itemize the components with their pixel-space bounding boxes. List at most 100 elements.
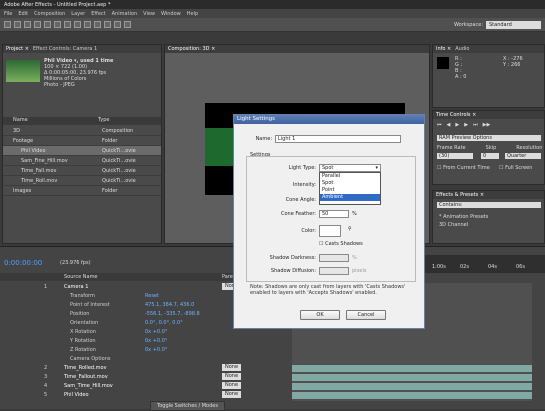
timeline-row[interactable]: 3 Time_Fallout.mov None <box>0 373 292 381</box>
last-frame-icon[interactable]: ⏭ <box>473 122 478 128</box>
brush-tool-icon[interactable] <box>94 21 101 28</box>
parent-select[interactable]: None <box>222 373 242 380</box>
layer-duration-bar[interactable] <box>292 383 532 390</box>
menu-item-spot[interactable]: Spot <box>320 180 380 187</box>
cancel-button[interactable]: Cancel <box>346 310 386 320</box>
casts-shadows-checkbox[interactable]: ☐ Casts Shadows <box>319 241 363 247</box>
property-value[interactable]: -556.1, -335.7, -898.8 <box>145 310 200 318</box>
parent-select[interactable]: None <box>222 382 242 389</box>
effects-item[interactable]: * Animation Presets <box>439 213 488 221</box>
project-row[interactable]: Time_Fall.mov QuickTi...ovie <box>3 166 161 176</box>
menu-item[interactable]: Effect <box>91 11 105 17</box>
frame-rate-select[interactable]: (30) <box>437 153 473 159</box>
workspace-dropdown[interactable]: Standard <box>486 21 541 29</box>
shadow-diffusion-input[interactable] <box>319 267 349 275</box>
menu-item-ambient[interactable]: Ambient <box>320 194 380 201</box>
project-row[interactable]: Images Folder <box>3 186 161 196</box>
rotate-tool-icon[interactable] <box>34 21 41 28</box>
property-value[interactable]: 0.0°, 0.0°, 0.0° <box>145 319 183 327</box>
ruler-tick: 1:00s <box>432 264 446 270</box>
prev-frame-icon[interactable]: ◀ <box>447 122 451 128</box>
menu-item-point[interactable]: Point <box>320 187 380 194</box>
tab-info[interactable]: Info × <box>436 46 451 52</box>
timeline-row[interactable]: Y Rotation 0x +0.0° <box>0 337 292 345</box>
property-value[interactable]: 0x +0.0° <box>145 346 167 354</box>
camera-tool-icon[interactable] <box>44 21 51 28</box>
layer-duration-bar[interactable] <box>292 374 532 381</box>
workspace-selector[interactable]: Workspace: Standard <box>454 21 541 29</box>
first-frame-icon[interactable]: ⏮ <box>437 122 442 128</box>
menu-item[interactable]: Layer <box>71 11 85 17</box>
menu-item[interactable]: Edit <box>18 11 28 17</box>
next-frame-icon[interactable]: ▶ <box>464 122 468 128</box>
timeline-row[interactable]: 4 Sam_Time_Hill.mov None <box>0 382 292 390</box>
puppet-tool-icon[interactable] <box>124 21 131 28</box>
layer-duration-bar[interactable] <box>292 365 532 372</box>
tab-project[interactable]: Project × <box>6 46 29 52</box>
zoom-tool-icon[interactable] <box>24 21 31 28</box>
timeline-row[interactable]: 5 Phil Video None <box>0 391 292 399</box>
layer-duration-bar[interactable] <box>292 392 532 399</box>
light-color-swatch[interactable] <box>319 225 341 237</box>
toggle-switches-modes-button[interactable]: Toggle Switches / Modes <box>150 401 225 411</box>
from-current-time-checkbox[interactable]: ☐ From Current Time <box>437 165 490 171</box>
row-name: Time_Roll.mov <box>21 178 58 184</box>
ok-button[interactable]: OK <box>300 310 340 320</box>
tab-effect-controls[interactable]: Effect Controls: Camera 1 <box>33 46 97 52</box>
project-row[interactable]: Time_Roll.mov QuickTi...ovie <box>3 176 161 186</box>
menu-item[interactable]: Window <box>161 11 181 17</box>
menu-item[interactable]: Help <box>187 11 198 17</box>
tab-audio[interactable]: Audio <box>455 46 469 52</box>
menu-item[interactable]: View <box>143 11 155 17</box>
play-icon[interactable]: ▶ <box>455 122 459 128</box>
timecode-display[interactable]: 0:00:00:00 <box>4 259 42 267</box>
cone-angle-label: Cone Angle: <box>285 197 316 203</box>
tab-time-controls[interactable]: Time Controls × <box>436 112 476 118</box>
effects-item[interactable]: 3D Channel <box>439 221 488 229</box>
property-value[interactable]: 475.1, 384.7, 436.0 <box>145 301 194 309</box>
property-value[interactable]: Reset <box>145 292 159 300</box>
timeline-row[interactable]: Camera Options <box>0 355 292 363</box>
shadow-darkness-input[interactable] <box>319 254 349 262</box>
ram-preview-icon[interactable]: ▶▶ <box>483 122 491 128</box>
menu-item-parallel[interactable]: Parallel <box>320 173 380 180</box>
layer-name: Time_Rolled.mov <box>64 365 107 371</box>
menu-item[interactable]: Composition <box>34 11 65 17</box>
resolution-select[interactable]: Quarter <box>505 153 541 159</box>
mask-tool-icon[interactable] <box>64 21 71 28</box>
clone-tool-icon[interactable] <box>104 21 111 28</box>
menu-item[interactable]: Animation <box>112 11 138 17</box>
timeline-row[interactable]: X Rotation 0x +0.0° <box>0 328 292 336</box>
timeline-row[interactable]: 2 Time_Rolled.mov None <box>0 364 292 372</box>
selection-tool-icon[interactable] <box>4 21 11 28</box>
parent-select[interactable]: None <box>222 391 242 398</box>
project-row[interactable]: Phil Video QuickTi...ovie <box>3 146 161 156</box>
project-row[interactable]: Sam_Fine_Hill.mov QuickTi...ovie <box>3 156 161 166</box>
tab-composition[interactable]: Composition: 3D × <box>168 46 215 52</box>
ram-preview-options[interactable]: RAM Preview Options <box>437 135 541 141</box>
project-row[interactable]: Footage Folder <box>3 136 161 146</box>
parent-select[interactable]: None <box>222 364 242 371</box>
menu-item[interactable]: File <box>4 11 12 17</box>
column-source-name[interactable]: Source Name <box>64 274 98 280</box>
column-type[interactable]: Type <box>98 117 109 125</box>
tab-effects-presets[interactable]: Effects & Presets × <box>436 192 484 198</box>
property-value[interactable]: 0x +0.0° <box>145 328 167 336</box>
eyedropper-icon[interactable]: ⚲ <box>348 226 352 232</box>
cone-feather-input[interactable]: 50 <box>319 210 349 218</box>
full-screen-checkbox[interactable]: ☐ Full Screen <box>499 165 532 171</box>
effects-search-input[interactable]: Contains: <box>437 202 541 208</box>
pen-tool-icon[interactable] <box>74 21 81 28</box>
eraser-tool-icon[interactable] <box>114 21 121 28</box>
column-name[interactable]: Name <box>3 117 98 125</box>
row-name: Sam_Fine_Hill.mov <box>21 158 68 164</box>
project-row[interactable]: 3D Composition <box>3 126 161 136</box>
skip-select[interactable]: 0 <box>481 153 499 159</box>
light-name-input[interactable]: Light 1 <box>275 135 401 143</box>
timeline-row[interactable]: Z Rotation 0x +0.0° <box>0 346 292 354</box>
hand-tool-icon[interactable] <box>14 21 21 28</box>
light-type-dropdown[interactable]: Spot ▾ <box>319 164 381 172</box>
property-value[interactable]: 0x +0.0° <box>145 337 167 345</box>
text-tool-icon[interactable] <box>84 21 91 28</box>
pan-tool-icon[interactable] <box>54 21 61 28</box>
